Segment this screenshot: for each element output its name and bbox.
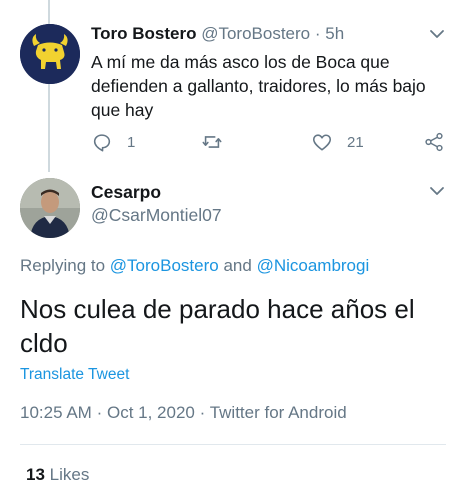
mention-link[interactable]: @ToroBostero — [110, 256, 219, 275]
tweet-time: 10:25 AM — [20, 403, 92, 422]
tweet-date: Oct 1, 2020 — [106, 403, 195, 422]
tweet-actions: 1 21 — [91, 130, 447, 154]
likes-count: 13 — [26, 465, 45, 484]
heart-icon — [312, 134, 332, 151]
likes-summary[interactable]: 13 Likes — [26, 465, 89, 485]
parent-tweet[interactable]: Toro Bostero @ToroBostero · 5h A mí me d… — [0, 0, 464, 172]
chevron-down-icon[interactable] — [427, 181, 447, 201]
separator: · — [314, 24, 321, 43]
reply-icon — [93, 134, 111, 152]
replying-and: and — [223, 256, 252, 275]
author-handle[interactable]: @CsarMontiel07 — [91, 205, 222, 226]
reply-count: 1 — [127, 133, 136, 151]
reply-button[interactable]: 1 — [91, 130, 135, 154]
tweet-text: Nos culea de parado hace años el cldo — [20, 294, 415, 358]
share-button[interactable] — [423, 130, 445, 154]
parent-tweet-header: Toro Bostero @ToroBostero · 5h — [91, 24, 344, 44]
likes-label: Likes — [49, 465, 90, 484]
separator: · — [199, 403, 206, 422]
author-name[interactable]: Cesarpo — [91, 182, 161, 203]
retweet-icon — [202, 136, 222, 148]
timestamp[interactable]: 5h — [325, 24, 344, 43]
replying-prefix: Replying to — [20, 256, 106, 275]
mention-link[interactable]: @Nicoambrogi — [257, 256, 370, 275]
like-count: 21 — [347, 133, 364, 151]
author-name[interactable]: Toro Bostero — [91, 24, 196, 43]
bull-logo-icon[interactable] — [20, 24, 80, 84]
chevron-down-icon[interactable] — [427, 24, 447, 44]
tweet-text: A mí me da más asco los de Boca que defi… — [91, 52, 426, 120]
tweet-source[interactable]: Twitter for Android — [210, 403, 347, 422]
tweet-metadata: 10:25 AM · Oct 1, 2020 · Twitter for And… — [20, 403, 347, 423]
retweet-button[interactable] — [201, 130, 223, 154]
replying-to: Replying to @ToroBostero and @Nicoambrog… — [20, 256, 369, 276]
divider — [20, 444, 446, 445]
like-button[interactable]: 21 — [311, 130, 364, 154]
translate-tweet-link[interactable]: Translate Tweet — [20, 366, 129, 384]
avatar[interactable] — [20, 178, 80, 238]
share-icon — [425, 132, 443, 152]
author-handle[interactable]: @ToroBostero — [201, 24, 310, 43]
separator: · — [96, 403, 103, 422]
